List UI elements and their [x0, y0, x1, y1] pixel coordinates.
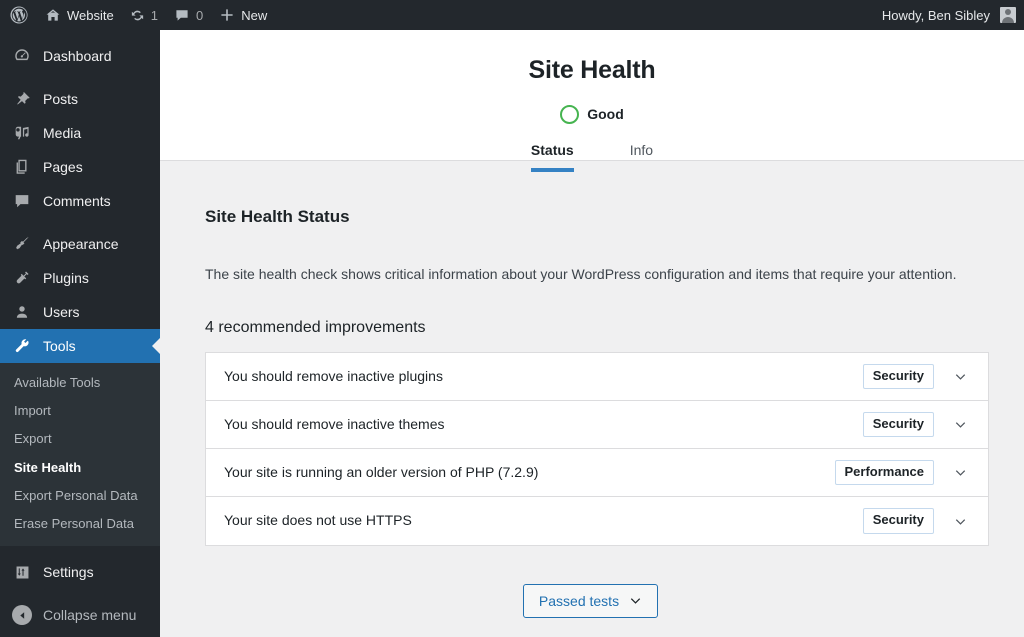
- site-health-header: Site Health Good Status Info: [160, 30, 1024, 173]
- comment-bubble-icon: [174, 7, 190, 23]
- sidebar-item-plugins[interactable]: Plugins: [0, 261, 160, 295]
- chevron-down-icon[interactable]: [944, 505, 976, 537]
- menu-separator-1: [0, 73, 160, 82]
- collapse-menu-label: Collapse menu: [43, 607, 137, 624]
- submenu-item-erase-personal-data[interactable]: Erase Personal Data: [0, 510, 160, 538]
- sidebar-item-settings[interactable]: Settings: [0, 555, 160, 589]
- status-badge: Security: [862, 411, 934, 438]
- sidebar-item-media[interactable]: Media: [0, 116, 160, 150]
- chevron-down-icon[interactable]: [944, 361, 976, 393]
- tools-submenu: Available Tools Import Export Site Healt…: [0, 363, 160, 547]
- tab-status[interactable]: Status: [530, 142, 574, 173]
- avatar: [1000, 7, 1016, 23]
- sidebar-label-pages: Pages: [43, 159, 83, 175]
- chevron-down-icon: [628, 593, 643, 608]
- page-title: Site Health: [528, 56, 656, 84]
- media-icon: [12, 123, 32, 143]
- sidebar-label-appearance: Appearance: [43, 236, 119, 252]
- main-content: Site Health Good Status Info Site Health…: [160, 30, 1024, 637]
- pages-icon: [12, 157, 32, 177]
- sidebar-item-users[interactable]: Users: [0, 295, 160, 329]
- sidebar-item-posts[interactable]: Posts: [0, 82, 160, 116]
- issue-title: You should remove inactive plugins: [224, 367, 443, 384]
- updates-count: 1: [150, 7, 158, 23]
- sidebar-label-settings: Settings: [43, 564, 94, 581]
- sliders-icon: [12, 562, 32, 582]
- health-status-label: Good: [587, 106, 624, 122]
- submenu-item-export-personal-data[interactable]: Export Personal Data: [0, 482, 160, 510]
- issue-row-1[interactable]: You should remove inactive plugins Secur…: [206, 353, 988, 401]
- sidebar-label-plugins: Plugins: [43, 270, 89, 286]
- comments-count: 0: [195, 7, 204, 23]
- submenu-item-site-health[interactable]: Site Health: [0, 454, 160, 482]
- issue-title: Your site is running an older version of…: [224, 463, 539, 480]
- sidebar-label-media: Media: [43, 125, 82, 141]
- sidebar-item-pages[interactable]: Pages: [0, 150, 160, 184]
- collapse-menu-button[interactable]: Collapse menu: [0, 598, 160, 632]
- tab-info[interactable]: Info: [630, 142, 653, 173]
- sidebar-label-users: Users: [43, 304, 80, 320]
- menu-separator-2: [0, 218, 160, 227]
- updates-menu[interactable]: 1: [122, 0, 166, 30]
- sidebar-label-comments: Comments: [43, 193, 111, 209]
- submenu-item-available-tools[interactable]: Available Tools: [0, 369, 160, 397]
- site-health-status-body: Site Health Status The site health check…: [160, 161, 1024, 618]
- issue-title: You should remove inactive themes: [224, 415, 445, 432]
- plus-icon: [219, 7, 235, 23]
- wrench-icon: [12, 336, 32, 356]
- improvements-heading: 4 recommended improvements: [205, 319, 426, 336]
- section-heading: Site Health Status: [205, 207, 350, 226]
- admin-bar: Website 1 0 New Howdy, Ben Sibley: [0, 0, 1024, 30]
- sidebar-item-comments[interactable]: Comments: [0, 184, 160, 218]
- submenu-item-export[interactable]: Export: [0, 425, 160, 453]
- active-menu-pointer-icon: [152, 338, 160, 354]
- paintbrush-icon: [12, 234, 32, 254]
- status-badge: Security: [862, 363, 934, 390]
- status-badge: Performance: [834, 459, 934, 486]
- sidebar-item-appearance[interactable]: Appearance: [0, 227, 160, 261]
- site-name-label: Website: [67, 7, 114, 23]
- admin-sidebar-menu: Dashboard Posts Media Pages Comments App…: [0, 30, 160, 637]
- issue-title: Your site does not use HTTPS: [224, 512, 412, 529]
- sidebar-label-posts: Posts: [43, 91, 79, 107]
- home-icon: [45, 7, 61, 23]
- sidebar-label-tools: Tools: [43, 338, 76, 354]
- issue-row-4[interactable]: Your site does not use HTTPS Security: [206, 497, 988, 545]
- chevron-down-icon[interactable]: [944, 457, 976, 489]
- submenu-item-import[interactable]: Import: [0, 397, 160, 425]
- pin-icon: [12, 89, 32, 109]
- health-status-ring-icon: [560, 104, 580, 124]
- sidebar-item-dashboard[interactable]: Dashboard: [0, 39, 160, 73]
- menu-spacer-top: [0, 30, 160, 39]
- sidebar-item-tools[interactable]: Tools: [0, 329, 160, 363]
- passed-tests-label: Passed tests: [538, 592, 620, 609]
- new-content-menu[interactable]: New: [211, 0, 275, 30]
- howdy-label: Howdy, Ben Sibley: [881, 7, 990, 23]
- site-name-menu[interactable]: Website: [37, 0, 122, 30]
- menu-separator-4: [0, 589, 160, 598]
- comments-menu[interactable]: 0: [166, 0, 211, 30]
- sidebar-label-dashboard: Dashboard: [43, 48, 112, 64]
- collapse-arrow-icon: [12, 605, 32, 626]
- new-content-label: New: [241, 7, 268, 23]
- issue-row-2[interactable]: You should remove inactive themes Securi…: [206, 401, 988, 449]
- menu-separator-3: [0, 546, 160, 555]
- passed-tests-button[interactable]: Passed tests: [522, 584, 659, 618]
- my-account-menu[interactable]: Howdy, Ben Sibley: [874, 0, 1024, 30]
- chevron-down-icon[interactable]: [944, 409, 976, 441]
- passed-tests-wrapper: Passed tests: [205, 584, 976, 618]
- health-status-indicator: Good: [160, 104, 1024, 124]
- issues-accordion: You should remove inactive plugins Secur…: [205, 352, 989, 546]
- comment-bubble-icon: [12, 191, 32, 211]
- dashboard-icon: [12, 46, 32, 66]
- admin-bar-spacer: [275, 0, 874, 30]
- wordpress-logo-button[interactable]: [0, 0, 37, 30]
- status-badge: Security: [862, 508, 934, 534]
- issue-row-3[interactable]: Your site is running an older version of…: [206, 449, 988, 497]
- updates-icon: [130, 8, 145, 23]
- section-description: The site health check shows critical inf…: [205, 266, 957, 282]
- user-icon: [12, 302, 32, 322]
- plug-icon: [12, 268, 32, 288]
- wordpress-logo-icon: [10, 6, 28, 24]
